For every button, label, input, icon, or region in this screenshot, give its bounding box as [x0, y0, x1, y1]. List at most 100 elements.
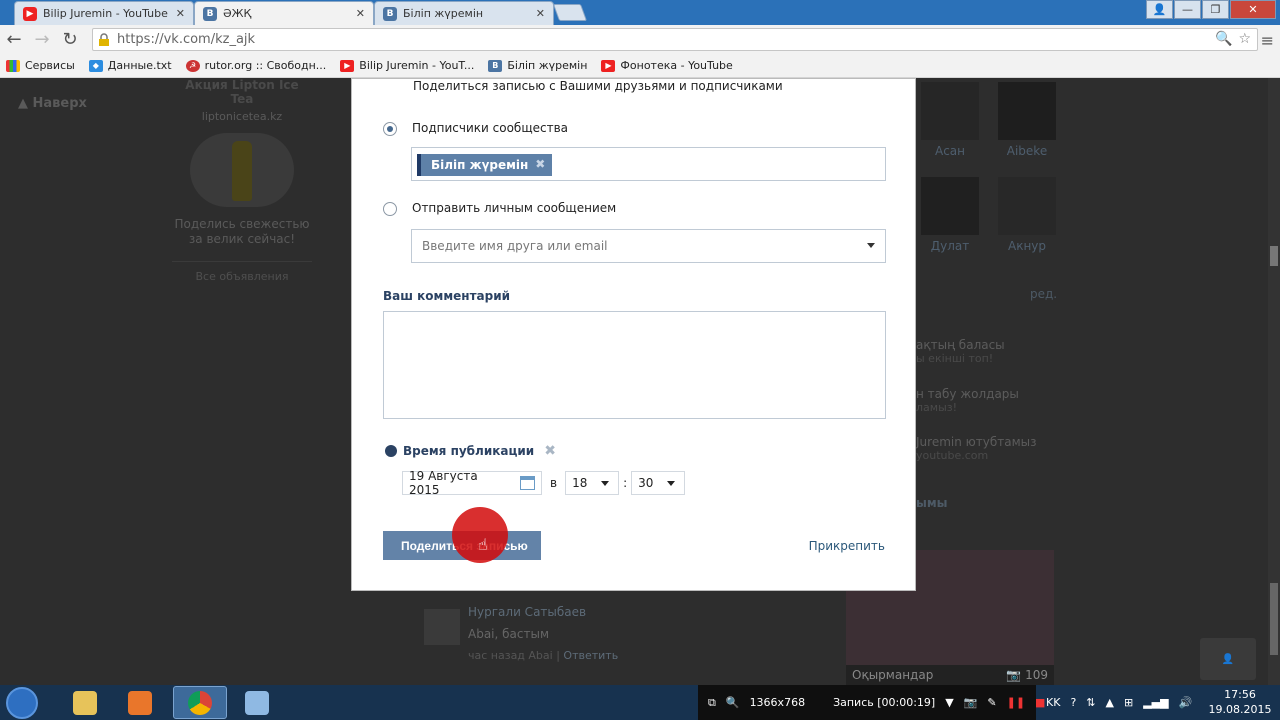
- close-window-icon[interactable]: ✕: [1230, 0, 1276, 19]
- reload-icon[interactable]: ↻: [56, 29, 84, 50]
- bookmark-bilip-vk[interactable]: B Біліп жүремін: [488, 59, 587, 72]
- ad-site: liptonicetea.kz: [201, 110, 283, 123]
- comment-author[interactable]: Нургали Сатыбаев: [468, 605, 586, 619]
- minimize-icon[interactable]: —: [1174, 0, 1201, 19]
- friend-input[interactable]: Введите имя друга или email: [411, 229, 886, 263]
- time-separator: :: [623, 476, 628, 490]
- friend-item[interactable]: Дулат: [920, 177, 980, 253]
- taskbar-paint[interactable]: [230, 686, 284, 719]
- taskbar-media-player[interactable]: [113, 686, 167, 719]
- group-item[interactable]: н табу жолдары ламыз!: [916, 388, 1066, 415]
- photo-count: 109: [1025, 668, 1048, 682]
- ad-title[interactable]: Акция Lipton Ice Tea: [172, 78, 312, 106]
- group-title: ақтың баласы: [916, 338, 1005, 352]
- bookmark-data-txt[interactable]: ◆ Данные.txt: [88, 59, 172, 72]
- lock-icon: [99, 32, 109, 46]
- radio-private-message[interactable]: [383, 202, 397, 216]
- friend-avatar: [998, 82, 1056, 140]
- group-item[interactable]: Juremin ютубтамыз youtube.com: [916, 435, 1066, 463]
- edit-link[interactable]: ред.: [1030, 287, 1057, 301]
- close-tab-icon[interactable]: ✕: [176, 7, 185, 20]
- bookmark-fonoteka[interactable]: ▶ Фонотека - YouTube: [601, 59, 733, 72]
- remove-publish-time-icon[interactable]: ✖: [544, 443, 556, 459]
- community-selector[interactable]: Біліп жүремін ✖: [411, 147, 886, 181]
- friend-avatar: [921, 82, 979, 140]
- scrollbar-thumb[interactable]: [1270, 246, 1278, 266]
- ad-image[interactable]: [190, 133, 294, 207]
- help-icon[interactable]: ?: [1070, 696, 1076, 709]
- show-hidden-icon[interactable]: ▲: [1106, 696, 1114, 709]
- comment-textarea[interactable]: [383, 311, 886, 419]
- radio-subscribers[interactable]: [383, 122, 397, 136]
- menu-icon[interactable]: ≡: [1261, 31, 1274, 50]
- chevron-down-icon[interactable]: [667, 480, 676, 486]
- scroll-up-button[interactable]: ▲ Наверх: [18, 96, 87, 111]
- stop-icon[interactable]: ■: [1035, 696, 1045, 709]
- restore-icon[interactable]: ❐: [1202, 0, 1229, 19]
- language-indicator[interactable]: KK: [1046, 696, 1060, 709]
- hour-select[interactable]: 18: [565, 471, 620, 495]
- tab-bilip-youtube[interactable]: ▶ Bilip Juremin - YouTube ✕: [14, 1, 194, 25]
- region-icon[interactable]: ⧉: [708, 696, 716, 710]
- pen-icon[interactable]: ✎: [987, 696, 996, 709]
- date-picker[interactable]: 19 Августа 2015: [402, 469, 542, 497]
- radio-subscribers-label[interactable]: Подписчики сообщества: [412, 121, 568, 135]
- address-bar[interactable]: https://vk.com/kz_ajk 🔍 ☆: [92, 28, 1258, 51]
- folder-icon: [73, 690, 97, 715]
- tab-bilip-zhuremin[interactable]: B Біліп жүремін ✕: [374, 1, 554, 25]
- calendar-icon[interactable]: [519, 476, 535, 490]
- bookmark-rutor[interactable]: ☭ rutor.org :: Свободн...: [185, 59, 326, 72]
- tab-azhk[interactable]: B ӘЖҚ ✕: [194, 1, 374, 25]
- friend-name: Aibeke: [1006, 144, 1048, 158]
- community-chip-label: Біліп жүремін: [431, 158, 529, 172]
- friend-item[interactable]: Aibeke: [997, 82, 1057, 158]
- bookmark-services[interactable]: Сервисы: [6, 59, 75, 72]
- bookmark-label: Сервисы: [25, 59, 75, 72]
- chevron-down-icon[interactable]: ▼: [945, 696, 953, 709]
- user-icon[interactable]: 👤: [1146, 0, 1173, 19]
- new-tab-button[interactable]: [552, 4, 588, 21]
- back-arrow-icon[interactable]: ←: [0, 29, 28, 50]
- zoom-icon[interactable]: 🔍: [1215, 31, 1232, 47]
- vk-icon: B: [488, 59, 503, 72]
- group-item[interactable]: ақтың баласы ы екінші топ!: [916, 338, 1066, 366]
- remove-chip-icon[interactable]: ✖: [535, 157, 545, 171]
- network-icon[interactable]: ⇅: [1086, 696, 1095, 709]
- radio-private-message-label[interactable]: Отправить личным сообщением: [412, 201, 616, 215]
- clock[interactable]: 17:56 19.08.2015: [1205, 687, 1275, 717]
- minute-select[interactable]: 30: [631, 471, 686, 495]
- windows-flag-icon[interactable]: ⊞: [1124, 696, 1133, 709]
- group-title: Juremin ютубтамыз: [916, 435, 1037, 449]
- page-scrollbar[interactable]: [1268, 78, 1280, 685]
- friend-item[interactable]: Асан: [920, 82, 980, 158]
- comment-text: Abai, бастым: [468, 627, 550, 641]
- camera-icon[interactable]: 📷: [964, 696, 978, 709]
- close-tab-icon[interactable]: ✕: [356, 7, 365, 20]
- chevron-down-icon[interactable]: [601, 480, 610, 486]
- pause-icon[interactable]: ❚❚: [1007, 696, 1025, 709]
- start-button[interactable]: [6, 687, 38, 719]
- forward-arrow-icon[interactable]: →: [28, 29, 56, 50]
- friend-item[interactable]: Акнур: [997, 177, 1057, 253]
- reply-link[interactable]: Ответить: [563, 649, 618, 662]
- close-tab-icon[interactable]: ✕: [536, 7, 545, 20]
- taskbar-explorer[interactable]: [58, 686, 112, 719]
- tab-title: ӘЖҚ: [223, 7, 252, 20]
- chat-button[interactable]: 👤: [1200, 638, 1256, 680]
- avatar[interactable]: [424, 609, 460, 645]
- all-ads-link[interactable]: Все объявления: [172, 261, 312, 283]
- scrollbar-track-section: [1270, 583, 1278, 655]
- url-text: https://vk.com/kz_ajk: [117, 32, 256, 47]
- publish-time-header: Время публикации ✖: [385, 443, 556, 459]
- recording-timer: Запись [00:00:19]: [833, 696, 936, 709]
- star-icon[interactable]: ☆: [1238, 31, 1251, 47]
- bookmark-bilip-youtube[interactable]: ▶ Bilip Juremin - YouT...: [340, 59, 474, 72]
- signal-icon[interactable]: ▂▄▆: [1143, 696, 1168, 709]
- dropdown-arrow-icon[interactable]: [867, 243, 875, 248]
- attach-link[interactable]: Прикрепить: [809, 539, 885, 553]
- hour-value: 18: [572, 476, 588, 490]
- friend-name: Асан: [934, 144, 965, 158]
- volume-icon[interactable]: 🔊: [1179, 696, 1193, 709]
- taskbar-chrome[interactable]: [173, 686, 227, 719]
- search-icon[interactable]: 🔍: [726, 696, 740, 709]
